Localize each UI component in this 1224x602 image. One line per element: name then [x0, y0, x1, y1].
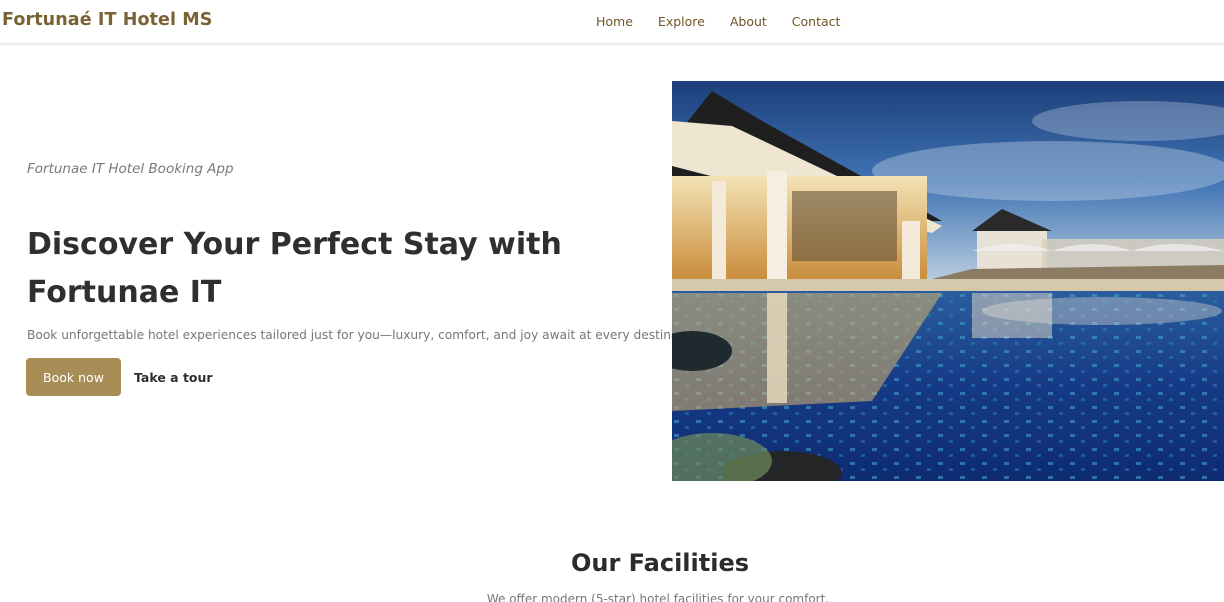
hero-eyebrow: Fortunae IT Hotel Booking App [27, 161, 234, 177]
take-a-tour-button[interactable]: Take a tour [134, 370, 213, 385]
facilities-heading: Our Facilities [570, 549, 750, 577]
main-nav: Home Explore About Contact [596, 14, 865, 29]
hero-hotel-pool-image [672, 81, 1224, 481]
nav-contact-link[interactable]: Contact [792, 14, 841, 29]
nav-home-link[interactable]: Home [596, 14, 633, 29]
top-navbar: Fortunaé IT Hotel MS Home Explore About … [0, 0, 1224, 43]
brand-logo-text[interactable]: Fortunaé IT Hotel MS [2, 10, 213, 30]
book-now-button[interactable]: Book now [26, 358, 121, 396]
facilities-subtitle: We offer modern (5-star) hotel facilitie… [486, 592, 830, 602]
hero-subtitle: Book unforgettable hotel experiences tai… [27, 328, 702, 342]
nav-explore-link[interactable]: Explore [658, 14, 705, 29]
hero-title: Discover Your Perfect Stay with Fortunae… [27, 227, 562, 310]
nav-about-link[interactable]: About [730, 14, 767, 29]
